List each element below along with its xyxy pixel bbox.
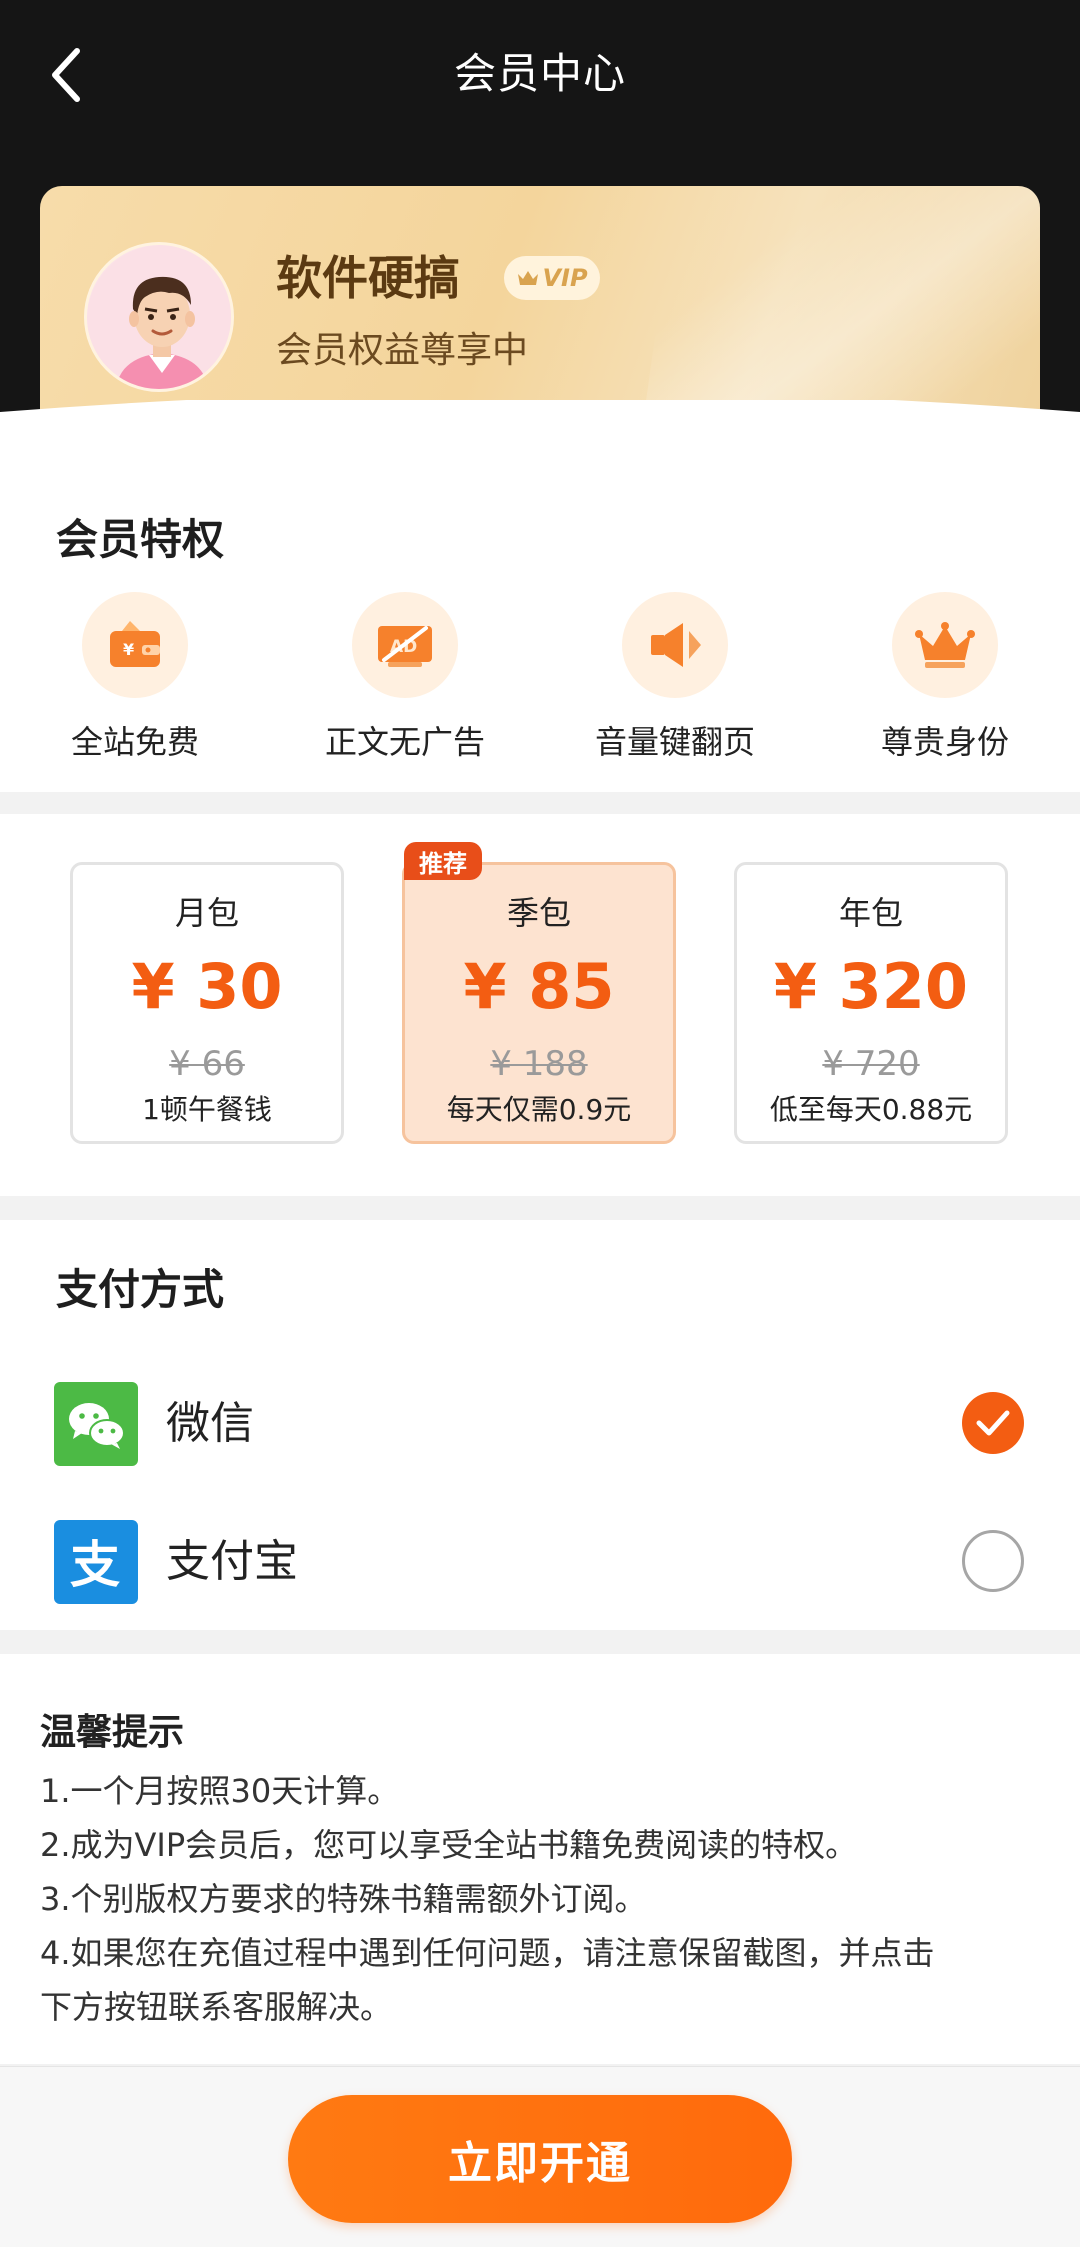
member-status: 会员权益尊享中 <box>276 330 529 371</box>
payment-option-alipay[interactable]: 支 支付宝 <box>0 1508 1080 1618</box>
no-ad-icon: AD <box>378 626 432 667</box>
payment-radio-checked[interactable] <box>962 1392 1024 1454</box>
payment-label: 微信 <box>166 1398 254 1449</box>
vip-badge: VIP <box>504 256 600 300</box>
tip-line: 2.成为VIP会员后，您可以享受全站书籍免费阅读的特权。 <box>40 1826 858 1864</box>
privilege-volume-page[interactable]: 音量键翻页 <box>565 592 785 764</box>
privilege-icon-bg <box>892 592 998 698</box>
svg-text:支: 支 <box>70 1536 120 1594</box>
plan-monthly[interactable]: 月包 ¥ 30 ¥ 66 1顿午餐钱 <box>70 862 344 1144</box>
privileges-section: 会员特权 ¥ 全站免费 AD 正文无广告 <box>0 420 1080 792</box>
check-icon <box>976 1410 1010 1436</box>
privilege-label: 尊贵身份 <box>880 723 1009 761</box>
activate-now-button[interactable]: 立即开通 <box>288 2095 792 2223</box>
tips-section: 温馨提示 1.一个月按照30天计算。 2.成为VIP会员后，您可以享受全站书籍免… <box>0 1654 1080 2064</box>
page-title: 会员中心 <box>453 49 626 98</box>
privilege-icon-bg: AD <box>352 592 458 698</box>
username: 软件硬搞 <box>276 251 460 305</box>
bottom-bar: 立即开通 <box>0 2066 1080 2247</box>
privilege-no-ads[interactable]: AD 正文无广告 <box>295 592 515 764</box>
privilege-label: 全站免费 <box>70 723 199 761</box>
plan-name: 季包 <box>506 894 571 932</box>
privilege-free[interactable]: ¥ 全站免费 <box>25 592 245 764</box>
header-curve <box>0 400 1080 420</box>
volume-icon <box>651 623 701 667</box>
plans-section: 月包 ¥ 30 ¥ 66 1顿午餐钱 季包 ¥ 85 ¥ 188 每天仅需0.9… <box>0 814 1080 1196</box>
plan-yearly[interactable]: 年包 ¥ 320 ¥ 720 低至每天0.88元 <box>734 862 1008 1144</box>
privilege-vip-identity[interactable]: 尊贵身份 <box>835 592 1055 764</box>
wechat-icon <box>54 1382 138 1466</box>
vip-label: VIP <box>542 264 588 292</box>
payment-option-wechat[interactable]: 微信 <box>0 1370 1080 1480</box>
alipay-icon: 支 <box>54 1520 138 1604</box>
payment-radio-unchecked[interactable] <box>962 1530 1024 1592</box>
plan-price: ¥ 85 <box>463 950 615 1023</box>
payment-label: 支付宝 <box>166 1536 298 1587</box>
plan-name: 年包 <box>838 894 903 932</box>
tips-title: 温馨提示 <box>40 1712 185 1753</box>
avatar[interactable] <box>84 242 234 392</box>
privilege-icon-bg: ¥ <box>82 592 188 698</box>
svg-text:¥: ¥ <box>123 640 134 659</box>
plan-original-price: ¥ 66 <box>169 1044 245 1084</box>
plan-description: 1顿午餐钱 <box>142 1093 272 1126</box>
crown-icon <box>915 622 975 668</box>
recommend-badge: 推荐 <box>404 842 482 880</box>
privilege-label: 正文无广告 <box>324 723 485 761</box>
privilege-label: 音量键翻页 <box>594 723 755 761</box>
header: 会员中心 BI KAN <box>0 0 1080 420</box>
crown-icon <box>518 271 539 285</box>
plan-quarterly[interactable]: 季包 ¥ 85 ¥ 188 每天仅需0.9元 <box>402 862 676 1144</box>
plan-description: 低至每天0.88元 <box>769 1093 973 1126</box>
payment-title: 支付方式 <box>56 1265 225 1314</box>
wallet-icon: ¥ <box>110 621 160 667</box>
plan-price: ¥ 30 <box>131 950 283 1023</box>
avatar-image <box>87 245 231 389</box>
privilege-icon-bg <box>622 592 728 698</box>
plan-original-price: ¥ 720 <box>822 1044 920 1084</box>
tip-line: 4.如果您在充值过程中遇到任何问题，请注意保留截图，并点击 <box>40 1934 935 1972</box>
tip-line: 1.一个月按照30天计算。 <box>40 1772 400 1810</box>
plan-name: 月包 <box>174 894 239 932</box>
plan-original-price: ¥ 188 <box>490 1044 588 1084</box>
privileges-title: 会员特权 <box>56 515 225 564</box>
payment-section: 支付方式 微信 支 支付宝 <box>0 1220 1080 1630</box>
tip-line: 3.个别版权方要求的特殊书籍需额外订阅。 <box>40 1880 647 1918</box>
top-bar: 会员中心 <box>0 0 1080 150</box>
member-card: BI KAN <box>40 186 1040 420</box>
plan-price: ¥ 320 <box>773 950 969 1023</box>
plan-description: 每天仅需0.9元 <box>446 1093 632 1126</box>
tip-line: 下方按钮联系客服解决。 <box>40 1988 393 2026</box>
